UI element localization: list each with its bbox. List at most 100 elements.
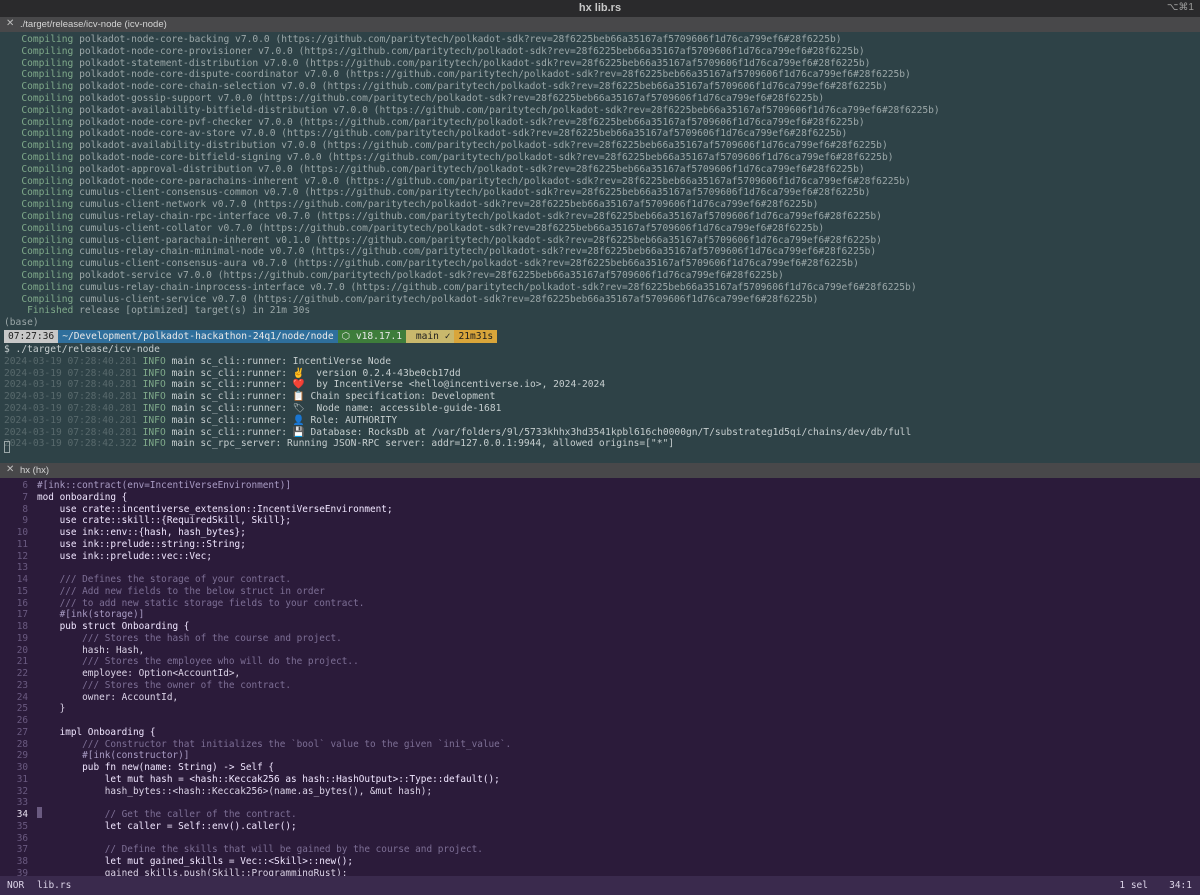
compile-keyword: Compiling bbox=[4, 270, 80, 281]
compile-keyword: Compiling bbox=[4, 81, 80, 93]
log-timestamp: 2024-03-19 07:28:40.281 bbox=[4, 367, 143, 379]
log-line: 2024-03-19 07:28:42.322 INFO main sc_rpc… bbox=[4, 438, 674, 450]
code-line: 16 /// to add new static storage fields … bbox=[0, 598, 1200, 610]
prompt-git-branch: main ✓ bbox=[406, 330, 455, 343]
code-text: let mut hash = <hash::Keccak256 as hash:… bbox=[37, 773, 500, 785]
log-timestamp: 2024-03-19 07:28:40.281 bbox=[4, 414, 143, 426]
log-line: 2024-03-19 07:28:40.281 INFO main sc_cli… bbox=[4, 356, 391, 368]
line-number: 32 bbox=[16, 785, 28, 797]
compile-line: Compiling polkadot-statement-distributio… bbox=[4, 58, 870, 70]
line-number: 27 bbox=[16, 726, 28, 738]
code-text: mod onboarding { bbox=[37, 491, 128, 503]
compile-keyword: Compiling bbox=[4, 175, 80, 187]
code-text: /// Stores the owner of the contract. bbox=[37, 679, 291, 691]
compile-package: cumulus-relay-chain-minimal-node v0.7.0 … bbox=[79, 246, 877, 258]
log-timestamp: 2024-03-19 07:28:42.322 bbox=[4, 438, 143, 450]
log-level: INFO bbox=[142, 403, 172, 414]
code-line: 17 #[ink(storage)] bbox=[0, 609, 1200, 621]
compile-package: cumulus-client-collator v0.7.0 (https://… bbox=[79, 222, 825, 234]
compile-keyword: Compiling bbox=[4, 128, 80, 140]
code-line: 32 hash_bytes::<hash::Keccak256>(name.as… bbox=[0, 786, 1200, 798]
line-number: 8 bbox=[22, 503, 28, 515]
compile-keyword: Compiling bbox=[4, 93, 80, 104]
log-line: 2024-03-19 07:28:40.281 INFO main sc_cli… bbox=[4, 427, 911, 439]
line-number: 38 bbox=[16, 856, 28, 867]
log-message: main sc_cli::runner: 👤 Role: AUTHORITY bbox=[171, 414, 398, 426]
compile-package: cumulus-relay-chain-rpc-interface v0.7.0… bbox=[79, 211, 882, 222]
code-text: #[ink(constructor)] bbox=[37, 750, 190, 762]
compile-package: polkadot-node-core-pvf-checker v7.0.0 (h… bbox=[79, 116, 865, 128]
log-message: main sc_cli::runner: ❤️ by IncentiVerse … bbox=[171, 379, 606, 391]
code-line: 27 impl Onboarding { bbox=[0, 727, 1200, 739]
code-text: /// Stores the hash of the course and pr… bbox=[37, 632, 342, 644]
code-line: 20 hash: Hash, bbox=[0, 645, 1200, 657]
code-line: 28 /// Constructor that initializes the … bbox=[0, 739, 1200, 751]
editor-pane[interactable]: 6 #[ink::contract(env=IncentiVerseEnviron… bbox=[0, 478, 1200, 876]
log-message: main sc_rpc_server: Running JSON-RPC ser… bbox=[171, 438, 675, 450]
line-number: 36 bbox=[16, 832, 28, 844]
code-text: use crate::incentiverse_extension::Incen… bbox=[37, 503, 393, 515]
line-number: 31 bbox=[16, 773, 28, 785]
line-number: 10 bbox=[16, 527, 28, 538]
line-number: 9 bbox=[22, 515, 28, 527]
compile-keyword: Compiling bbox=[4, 281, 80, 293]
code-text: impl Onboarding { bbox=[37, 726, 156, 738]
compile-line: Compiling cumulus-client-consensus-commo… bbox=[4, 187, 870, 199]
log-level: INFO bbox=[142, 426, 172, 438]
compile-package: polkadot-node-core-parachains-inherent v… bbox=[79, 175, 911, 187]
code-text: // Get the caller of the contract. bbox=[37, 809, 297, 820]
compile-package: polkadot-availability-distribution v7.0.… bbox=[79, 140, 888, 152]
compile-line: Compiling polkadot-node-core-provisioner… bbox=[4, 45, 864, 58]
line-number: 16 bbox=[16, 597, 28, 609]
compile-package: polkadot-approval-distribution v7.0.0 (h… bbox=[79, 163, 865, 175]
code-text: gained_skills.push(Skill::ProgrammingRus… bbox=[37, 867, 348, 876]
prompt-time: 07:27:36 bbox=[4, 330, 59, 343]
code-line: 13 bbox=[0, 562, 1200, 574]
prompt-node-version: ⬡ v18.17.1 bbox=[337, 330, 407, 343]
log-timestamp: 2024-03-19 07:28:40.281 bbox=[4, 379, 143, 391]
log-line: 2024-03-19 07:28:40.281 INFO main sc_cli… bbox=[4, 403, 501, 415]
code-text: pub fn new(name: String) -> Self { bbox=[37, 762, 275, 773]
code-line: 33 bbox=[0, 797, 1200, 809]
compile-package: polkadot-availability-bitfield-distribut… bbox=[79, 104, 940, 116]
line-number: 21 bbox=[16, 656, 28, 668]
log-message: main sc_cli::runner: 📋 Chain specificati… bbox=[171, 391, 496, 403]
code-line: 22 employee: Option<AccountId>, bbox=[0, 668, 1200, 680]
code-line: 34 // Get the caller of the contract. bbox=[0, 809, 1200, 821]
compile-keyword: Compiling bbox=[4, 116, 80, 128]
prompt-path: ~/Development/polkadot-hackathon-24q1/no… bbox=[58, 330, 338, 343]
code-text: /// Add new fields to the below struct i… bbox=[37, 585, 325, 597]
code-text: let mut gained_skills = Vec::<Skill>::ne… bbox=[37, 856, 354, 867]
compile-keyword: Compiling bbox=[4, 45, 80, 57]
line-number: 35 bbox=[16, 820, 28, 832]
compile-line: Compiling polkadot-service v7.0.0 (https… bbox=[4, 270, 784, 282]
compile-line: Compiling polkadot-node-core-parachains-… bbox=[4, 176, 911, 188]
compile-keyword: Compiling bbox=[4, 211, 80, 222]
code-line: 11 use ink::prelude::string::String; bbox=[0, 539, 1200, 551]
tab-hx[interactable]: ✕ hx (hx) bbox=[0, 463, 1200, 478]
compile-package: cumulus-relay-chain-inprocess-interface … bbox=[79, 281, 917, 293]
conda-env: (base) bbox=[4, 317, 39, 329]
close-icon[interactable]: ✕ bbox=[6, 18, 14, 29]
code-text: let caller = Self::env().caller(); bbox=[37, 820, 297, 832]
compile-package: polkadot-node-core-backing v7.0.0 (https… bbox=[79, 34, 842, 45]
compile-keyword: Compiling bbox=[4, 163, 80, 175]
compile-package: polkadot-node-core-bitfield-signing v7.0… bbox=[79, 152, 894, 163]
terminal-pane[interactable]: Compiling polkadot-node-core-backing v7.… bbox=[0, 32, 1200, 463]
line-number: 19 bbox=[16, 632, 28, 644]
compile-package: polkadot-service v7.0.0 (https://github.… bbox=[79, 270, 784, 281]
log-timestamp: 2024-03-19 07:28:40.281 bbox=[4, 403, 143, 414]
log-level: INFO bbox=[142, 438, 172, 450]
line-number: 14 bbox=[16, 574, 28, 585]
compile-keyword: Compiling bbox=[4, 152, 80, 163]
code-line: 8 use crate::incentiverse_extension::Inc… bbox=[0, 504, 1200, 516]
code-line: 36 bbox=[0, 833, 1200, 845]
finished-text: release [optimized] target(s) in 21m 30s bbox=[79, 305, 311, 317]
compile-package: polkadot-node-core-av-store v7.0.0 (http… bbox=[79, 128, 848, 140]
tab-icv-node[interactable]: ✕ ./target/release/icv-node (icv-node) bbox=[0, 17, 1200, 32]
close-icon[interactable]: ✕ bbox=[6, 464, 14, 475]
code-text: use ink::env::{hash, hash_bytes}; bbox=[37, 527, 246, 538]
line-number: 30 bbox=[16, 762, 28, 773]
compile-line: Compiling polkadot-gossip-support v7.0.0… bbox=[4, 93, 824, 105]
compile-package: cumulus-client-service v0.7.0 (https://g… bbox=[79, 293, 819, 305]
